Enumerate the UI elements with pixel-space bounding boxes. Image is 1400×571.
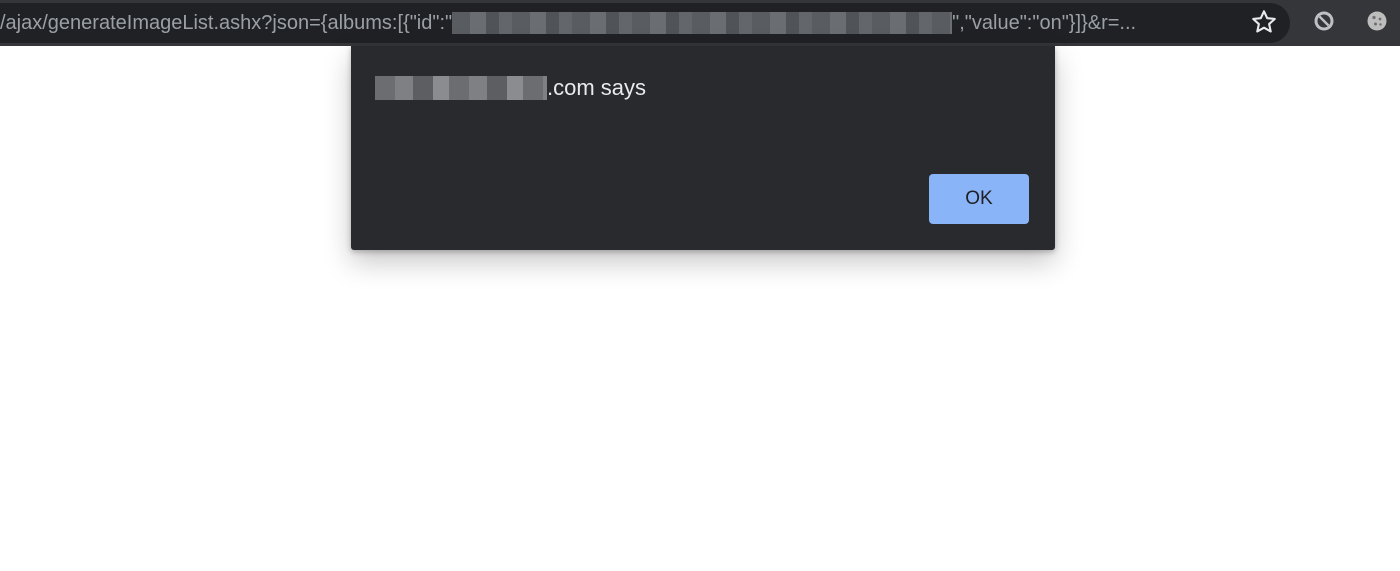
url-prefix: /ajax/generateImageList.ashx?json={album… — [0, 12, 453, 34]
blocked-extension-icon[interactable] — [1313, 10, 1335, 32]
ok-button[interactable]: OK — [929, 174, 1029, 224]
address-bar-url[interactable]: /ajax/generateImageList.ashx?json={album… — [0, 3, 1136, 43]
dialog-title: .com says — [375, 74, 646, 102]
dialog-title-suffix: .com says — [547, 75, 647, 100]
url-suffix: ","value":"on"}]}&r=... — [952, 12, 1137, 34]
url-redacted-segment — [452, 12, 953, 34]
site-name-redacted — [375, 76, 547, 100]
cookie-extension-icon[interactable] — [1366, 10, 1388, 32]
star-icon[interactable] — [1250, 8, 1278, 36]
address-bar[interactable]: /ajax/generateImageList.ashx?json={album… — [0, 3, 1290, 43]
browser-toolbar: /ajax/generateImageList.ashx?json={album… — [0, 0, 1400, 46]
alert-dialog: .com says OK — [351, 46, 1055, 250]
